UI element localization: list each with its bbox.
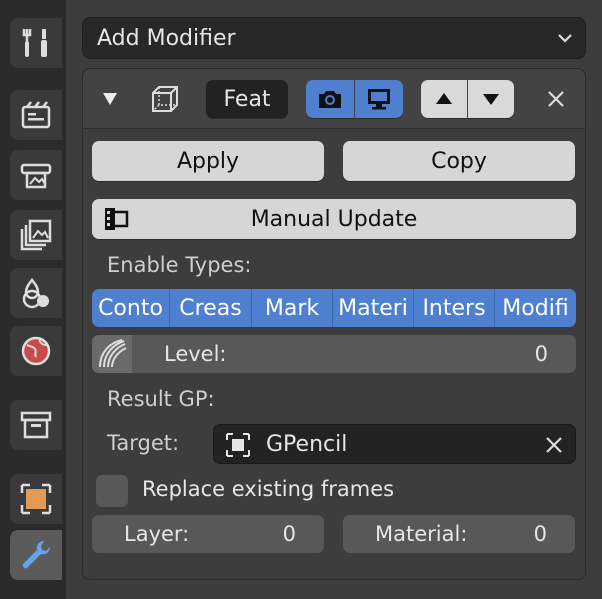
- toggle-contour[interactable]: Conto: [92, 289, 170, 327]
- tab-modifier[interactable]: [10, 530, 62, 580]
- toggle-mark[interactable]: Mark: [252, 289, 333, 327]
- toggle-intersection[interactable]: Inters: [414, 289, 495, 327]
- lineart-modifier-box: Feat Apply Copy Manual Update Enable Typ…: [82, 68, 586, 580]
- move-down-button[interactable]: [468, 80, 514, 118]
- tab-object[interactable]: [10, 474, 62, 524]
- manual-update-label: Manual Update: [250, 206, 418, 232]
- toggle-modifier[interactable]: Modifi: [495, 289, 576, 327]
- scene-icon: [22, 278, 49, 309]
- remove-modifier-close-icon[interactable]: [546, 89, 566, 109]
- move-up-button[interactable]: [421, 80, 467, 118]
- enable-types-label: Enable Types:: [107, 253, 252, 277]
- gpencil-object-icon: [226, 433, 250, 457]
- replace-frames-checkbox[interactable]: [96, 475, 128, 507]
- modifier-name-field[interactable]: Feat: [206, 80, 288, 118]
- apply-button[interactable]: Apply: [92, 141, 324, 181]
- output-icon: [20, 163, 52, 189]
- target-value: GPencil: [266, 432, 348, 457]
- arrow-down-icon: [483, 94, 499, 105]
- manual-update-button[interactable]: Manual Update: [92, 199, 576, 239]
- add-modifier-dropdown[interactable]: Add Modifier: [82, 17, 586, 59]
- material-label: Material:: [375, 522, 468, 546]
- toggle-crease[interactable]: Creas: [170, 289, 252, 327]
- layer-value: 0: [282, 522, 296, 546]
- world-icon: [21, 336, 51, 366]
- wrench-icon: [22, 540, 51, 569]
- chevron-down-icon: [558, 34, 572, 43]
- tab-scene[interactable]: [10, 268, 62, 318]
- camera-icon: [319, 91, 341, 108]
- layer-field[interactable]: Layer: 0: [92, 515, 324, 553]
- result-gp-label: Result GP:: [107, 387, 215, 411]
- tool-icon: [22, 29, 47, 57]
- show-render-toggle[interactable]: [306, 80, 354, 118]
- lineart-modifier-icon: [152, 86, 178, 112]
- modifier-header: Feat: [83, 69, 585, 129]
- add-modifier-label: Add Modifier: [97, 25, 236, 51]
- collection-icon: [20, 411, 52, 439]
- replace-frames-label: Replace existing frames: [142, 477, 395, 501]
- level-label: Level:: [164, 342, 227, 366]
- material-field[interactable]: Material: 0: [343, 515, 575, 553]
- target-label: Target:: [107, 431, 180, 455]
- view-layer-icon: [20, 219, 52, 251]
- tab-world[interactable]: [10, 326, 62, 376]
- tab-view-layer[interactable]: [10, 210, 62, 260]
- tab-output[interactable]: [10, 150, 62, 200]
- render-icon: [21, 101, 51, 129]
- tab-collection[interactable]: [10, 400, 62, 450]
- tab-tool[interactable]: [10, 18, 62, 68]
- material-value: 0: [533, 522, 547, 546]
- arrow-up-icon: [436, 93, 452, 104]
- tab-render[interactable]: [10, 90, 62, 140]
- layer-label: Layer:: [124, 522, 190, 546]
- toggle-material[interactable]: Materi: [333, 289, 414, 327]
- stroke-level-icon: [99, 339, 127, 368]
- object-icon: [20, 483, 52, 515]
- level-value: 0: [534, 342, 548, 366]
- enable-types-toggles: Conto Creas Mark Materi Inters Modifi: [92, 289, 576, 327]
- level-icon-box: [92, 335, 132, 373]
- clear-target-close-icon[interactable]: [544, 435, 564, 455]
- film-icon: [105, 208, 129, 230]
- properties-tab-strip: [0, 0, 66, 599]
- monitor-icon: [368, 89, 390, 110]
- collapse-triangle-icon[interactable]: [101, 90, 119, 108]
- show-viewport-toggle[interactable]: [355, 80, 403, 118]
- target-object-field[interactable]: GPencil: [213, 424, 576, 464]
- copy-button[interactable]: Copy: [343, 141, 575, 181]
- level-field[interactable]: Level: 0: [92, 335, 576, 373]
